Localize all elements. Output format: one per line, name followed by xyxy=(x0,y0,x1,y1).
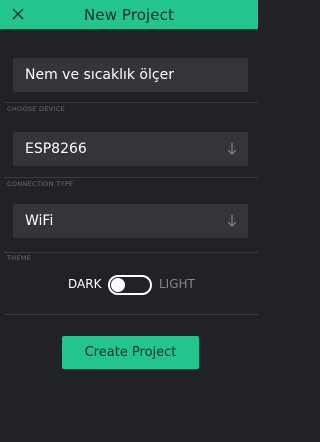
connection-value: WiFi xyxy=(25,213,54,229)
theme-light-label: LIGHT xyxy=(159,277,195,291)
theme-row: DARK LIGHT xyxy=(0,274,258,296)
create-project-button[interactable]: Create Project xyxy=(62,336,199,369)
divider xyxy=(4,177,258,178)
toggle-knob xyxy=(111,278,125,292)
header-bar: New Project xyxy=(0,0,258,29)
close-icon xyxy=(12,8,24,20)
theme-dark-label: DARK xyxy=(68,277,102,291)
arrow-down-icon xyxy=(227,143,237,155)
theme-label: THEME xyxy=(7,254,32,262)
connection-type-label: CONNECTION TYPE xyxy=(7,180,74,188)
divider xyxy=(4,252,258,253)
divider xyxy=(4,314,258,315)
device-select[interactable]: ESP8266 xyxy=(13,132,248,166)
page-title: New Project xyxy=(84,5,174,24)
choose-device-label: CHOOSE DEVICE xyxy=(7,105,65,113)
theme-toggle[interactable] xyxy=(108,275,152,295)
arrow-down-icon xyxy=(227,215,237,227)
close-button[interactable] xyxy=(8,4,28,24)
connection-type-select[interactable]: WiFi xyxy=(13,204,248,238)
device-value: ESP8266 xyxy=(25,141,87,157)
project-name-value: Nem ve sıcaklık ölçer xyxy=(25,67,174,83)
divider xyxy=(4,102,258,103)
project-name-input[interactable]: Nem ve sıcaklık ölçer xyxy=(13,58,248,92)
